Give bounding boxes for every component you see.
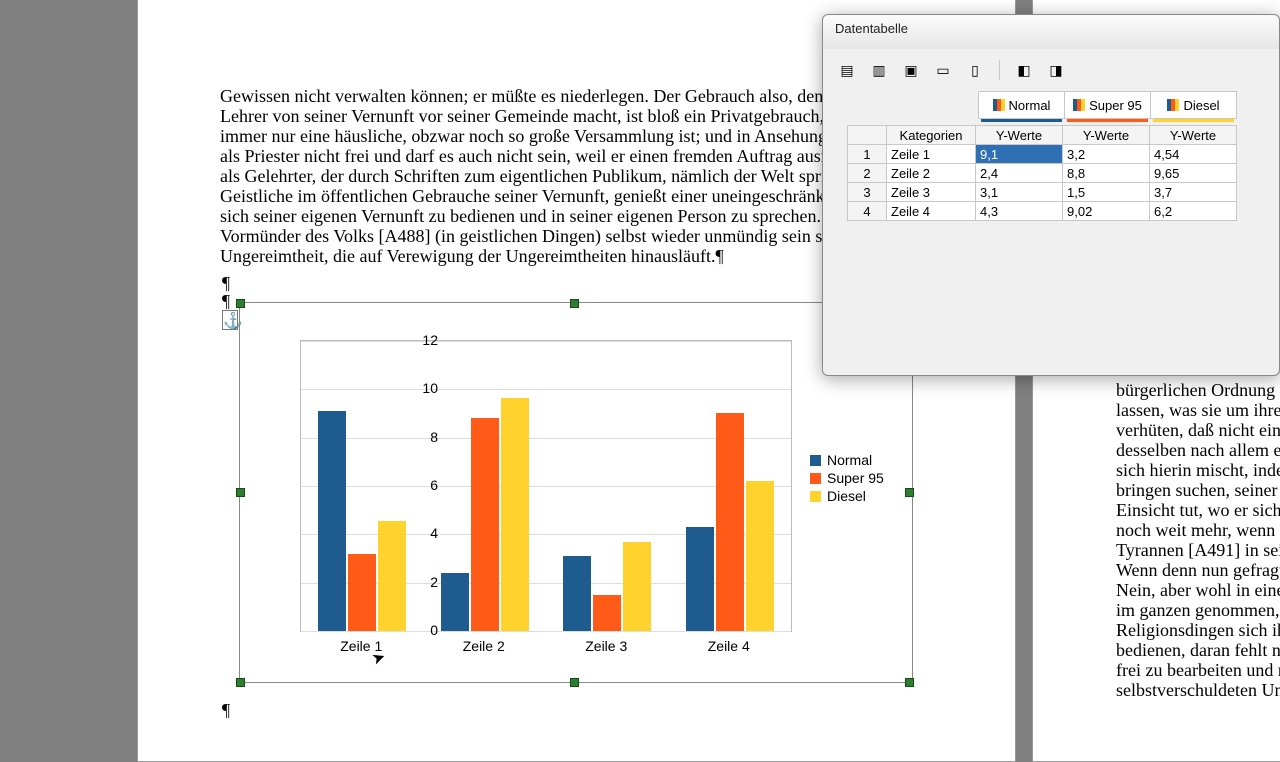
value-cell[interactable]: 1,5 <box>1063 183 1150 202</box>
mini-chart-icon <box>1167 99 1179 111</box>
category-cell[interactable]: Zeile 2 <box>887 164 976 183</box>
data-table-dialog[interactable]: Datentabelle ▤ ▥ ▣ ▭ ▯ ◧ ◨ Normal Super 9… <box>822 14 1280 376</box>
bar-Diesel-Zeile2[interactable] <box>501 398 529 631</box>
category-cell[interactable]: Zeile 4 <box>887 202 976 221</box>
swap-cols-icon[interactable]: ◧ <box>1014 60 1034 80</box>
column-header[interactable]: Y-Werte <box>1063 126 1150 145</box>
y-axis-tick: 12 <box>412 332 438 348</box>
category-cell[interactable]: Zeile 3 <box>887 183 976 202</box>
dialog-title: Datentabelle <box>835 21 908 36</box>
resize-handle-w[interactable] <box>236 488 245 497</box>
bar-Super95-Zeile3[interactable] <box>593 595 621 631</box>
value-cell[interactable]: 2,4 <box>976 164 1063 183</box>
x-axis-tick: Zeile 4 <box>668 638 791 654</box>
resize-handle-e[interactable] <box>905 488 914 497</box>
pilcrow-mark: ¶ <box>222 291 230 312</box>
bar-Diesel-Zeile3[interactable] <box>623 542 651 631</box>
resize-handle-se[interactable] <box>905 678 914 687</box>
value-cell[interactable]: 4,3 <box>976 202 1063 221</box>
insert-row-icon[interactable]: ▤ <box>837 60 857 80</box>
bar-Normal-Zeile2[interactable] <box>441 573 469 631</box>
chart-plot-area[interactable] <box>300 340 792 632</box>
row-header[interactable]: 3 <box>848 183 887 202</box>
chart[interactable]: NormalSuper 95Diesel 024681012Zeile 1Zei… <box>260 320 900 670</box>
value-cell[interactable]: 9,02 <box>1063 202 1150 221</box>
column-header[interactable]: Y-Werte <box>1150 126 1237 145</box>
value-cell[interactable]: 9,1 <box>976 145 1063 164</box>
row-header[interactable]: 1 <box>848 145 887 164</box>
resize-handle-n[interactable] <box>570 299 579 308</box>
legend-label: Diesel <box>827 488 866 504</box>
y-axis-tick: 8 <box>412 429 438 445</box>
column-header[interactable]: Kategorien <box>887 126 976 145</box>
series-header[interactable]: Normal <box>978 91 1065 119</box>
x-axis-tick: Zeile 2 <box>423 638 546 654</box>
value-cell[interactable]: 3,7 <box>1150 183 1237 202</box>
value-cell[interactable]: 6,2 <box>1150 202 1237 221</box>
bar-Normal-Zeile4[interactable] <box>686 527 714 631</box>
value-cell[interactable]: 3,1 <box>976 183 1063 202</box>
legend-label: Super 95 <box>827 470 884 486</box>
x-axis-tick: Zeile 3 <box>545 638 668 654</box>
legend-item[interactable]: Normal <box>810 452 884 468</box>
delete-col-icon[interactable]: ▯ <box>965 60 985 80</box>
bar-Super95-Zeile2[interactable] <box>471 418 499 631</box>
bar-Super95-Zeile4[interactable] <box>716 413 744 631</box>
bar-Diesel-Zeile1[interactable] <box>378 521 406 631</box>
anchor-icon: ⚓ <box>222 310 238 330</box>
pilcrow-mark: ¶ <box>222 700 230 721</box>
y-axis-tick: 4 <box>412 525 438 541</box>
workspace: Gewissen nicht verwalten können; er müßt… <box>0 0 1280 720</box>
paragraph-right-page: bürgerlichen Ordnung z lassen, was sie u… <box>1116 380 1280 700</box>
bar-Diesel-Zeile4[interactable] <box>746 481 774 631</box>
resize-handle-nw[interactable] <box>236 299 245 308</box>
legend-swatch-icon <box>810 491 821 502</box>
chart-legend[interactable]: Normal Super 95 Diesel <box>810 450 884 506</box>
series-header-label: Normal <box>1009 98 1051 113</box>
resize-handle-s[interactable] <box>570 678 579 687</box>
series-header-label: Diesel <box>1183 98 1219 113</box>
insert-text-col-icon[interactable]: ▣ <box>901 60 921 80</box>
legend-item[interactable]: Super 95 <box>810 470 884 486</box>
y-axis-tick: 6 <box>412 477 438 493</box>
data-grid[interactable]: KategorienY-WerteY-WerteY-Werte1Zeile 19… <box>847 125 1237 221</box>
category-cell[interactable]: Zeile 1 <box>887 145 976 164</box>
value-cell[interactable]: 9,65 <box>1150 164 1237 183</box>
series-header[interactable]: Diesel <box>1151 91 1237 119</box>
y-axis-tick: 10 <box>412 380 438 396</box>
row-header[interactable]: 4 <box>848 202 887 221</box>
delete-row-icon[interactable]: ▭ <box>933 60 953 80</box>
bar-Normal-Zeile1[interactable] <box>318 411 346 631</box>
legend-label: Normal <box>827 452 872 468</box>
x-axis-tick: Zeile 1 <box>300 638 423 654</box>
insert-col-icon[interactable]: ▥ <box>869 60 889 80</box>
bar-Super95-Zeile1[interactable] <box>348 554 376 631</box>
series-header-row: Normal Super 95 Diesel <box>823 91 1279 119</box>
value-cell[interactable]: 4,54 <box>1150 145 1237 164</box>
swap-rows-icon[interactable]: ◨ <box>1046 60 1066 80</box>
toolbar-separator <box>999 60 1000 80</box>
bar-Normal-Zeile3[interactable] <box>563 556 591 631</box>
y-axis-tick: 0 <box>412 622 438 638</box>
dialog-titlebar[interactable]: Datentabelle <box>823 15 1279 49</box>
dialog-toolbar: ▤ ▥ ▣ ▭ ▯ ◧ ◨ <box>823 49 1279 91</box>
value-cell[interactable]: 3,2 <box>1063 145 1150 164</box>
value-cell[interactable]: 8,8 <box>1063 164 1150 183</box>
y-axis-tick: 2 <box>412 574 438 590</box>
column-header[interactable]: Y-Werte <box>976 126 1063 145</box>
series-header[interactable]: Super 95 <box>1065 91 1151 119</box>
paragraph-1: Gewissen nicht verwalten können; er müßt… <box>220 86 920 266</box>
row-header[interactable]: 2 <box>848 164 887 183</box>
legend-swatch-icon <box>810 455 821 466</box>
series-header-label: Super 95 <box>1089 98 1142 113</box>
mini-chart-icon <box>1073 99 1085 111</box>
mini-chart-icon <box>993 99 1005 111</box>
resize-handle-sw[interactable] <box>236 678 245 687</box>
legend-swatch-icon <box>810 473 821 484</box>
legend-item[interactable]: Diesel <box>810 488 884 504</box>
